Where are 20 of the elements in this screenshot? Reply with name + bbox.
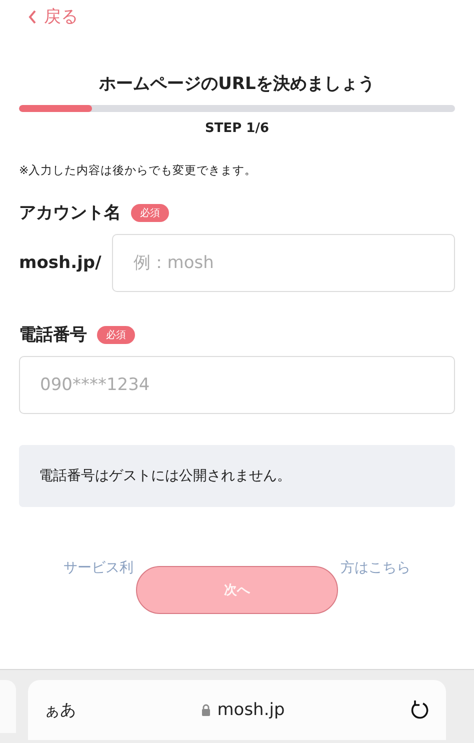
url-text: mosh.jp — [217, 700, 285, 720]
step-label: STEP 1/6 — [204, 121, 269, 136]
chevron-left-icon — [28, 10, 37, 24]
input-field[interactable]: 例：mosh — [112, 234, 455, 292]
service-link[interactable]: サービス利 — [64, 559, 134, 577]
field-label: 電話番号 — [19, 324, 87, 346]
address-bar[interactable]: ぁあ mosh.jp — [28, 680, 446, 740]
url-prefix: mosh.jp/ — [19, 253, 102, 273]
text-size-button[interactable]: ぁあ — [44, 700, 76, 720]
note-text: ※入力した内容は後からでも変更できます。 — [19, 163, 257, 178]
reload-icon[interactable] — [410, 699, 430, 721]
lock-icon — [201, 704, 212, 716]
field-label: アカウント名 — [19, 202, 121, 224]
required-badge: 必須 — [131, 204, 169, 222]
back-link[interactable]: 戻る — [28, 5, 78, 28]
input-field[interactable]: 090****1234 — [19, 356, 455, 414]
service-link[interactable]: 方はこちら — [340, 559, 410, 577]
info-box: 電話番号はゲストには公開されません。 — [19, 445, 455, 507]
page-title: ホームページのURLを決めましょう — [98, 73, 376, 95]
required-badge: 必須 — [97, 326, 135, 344]
